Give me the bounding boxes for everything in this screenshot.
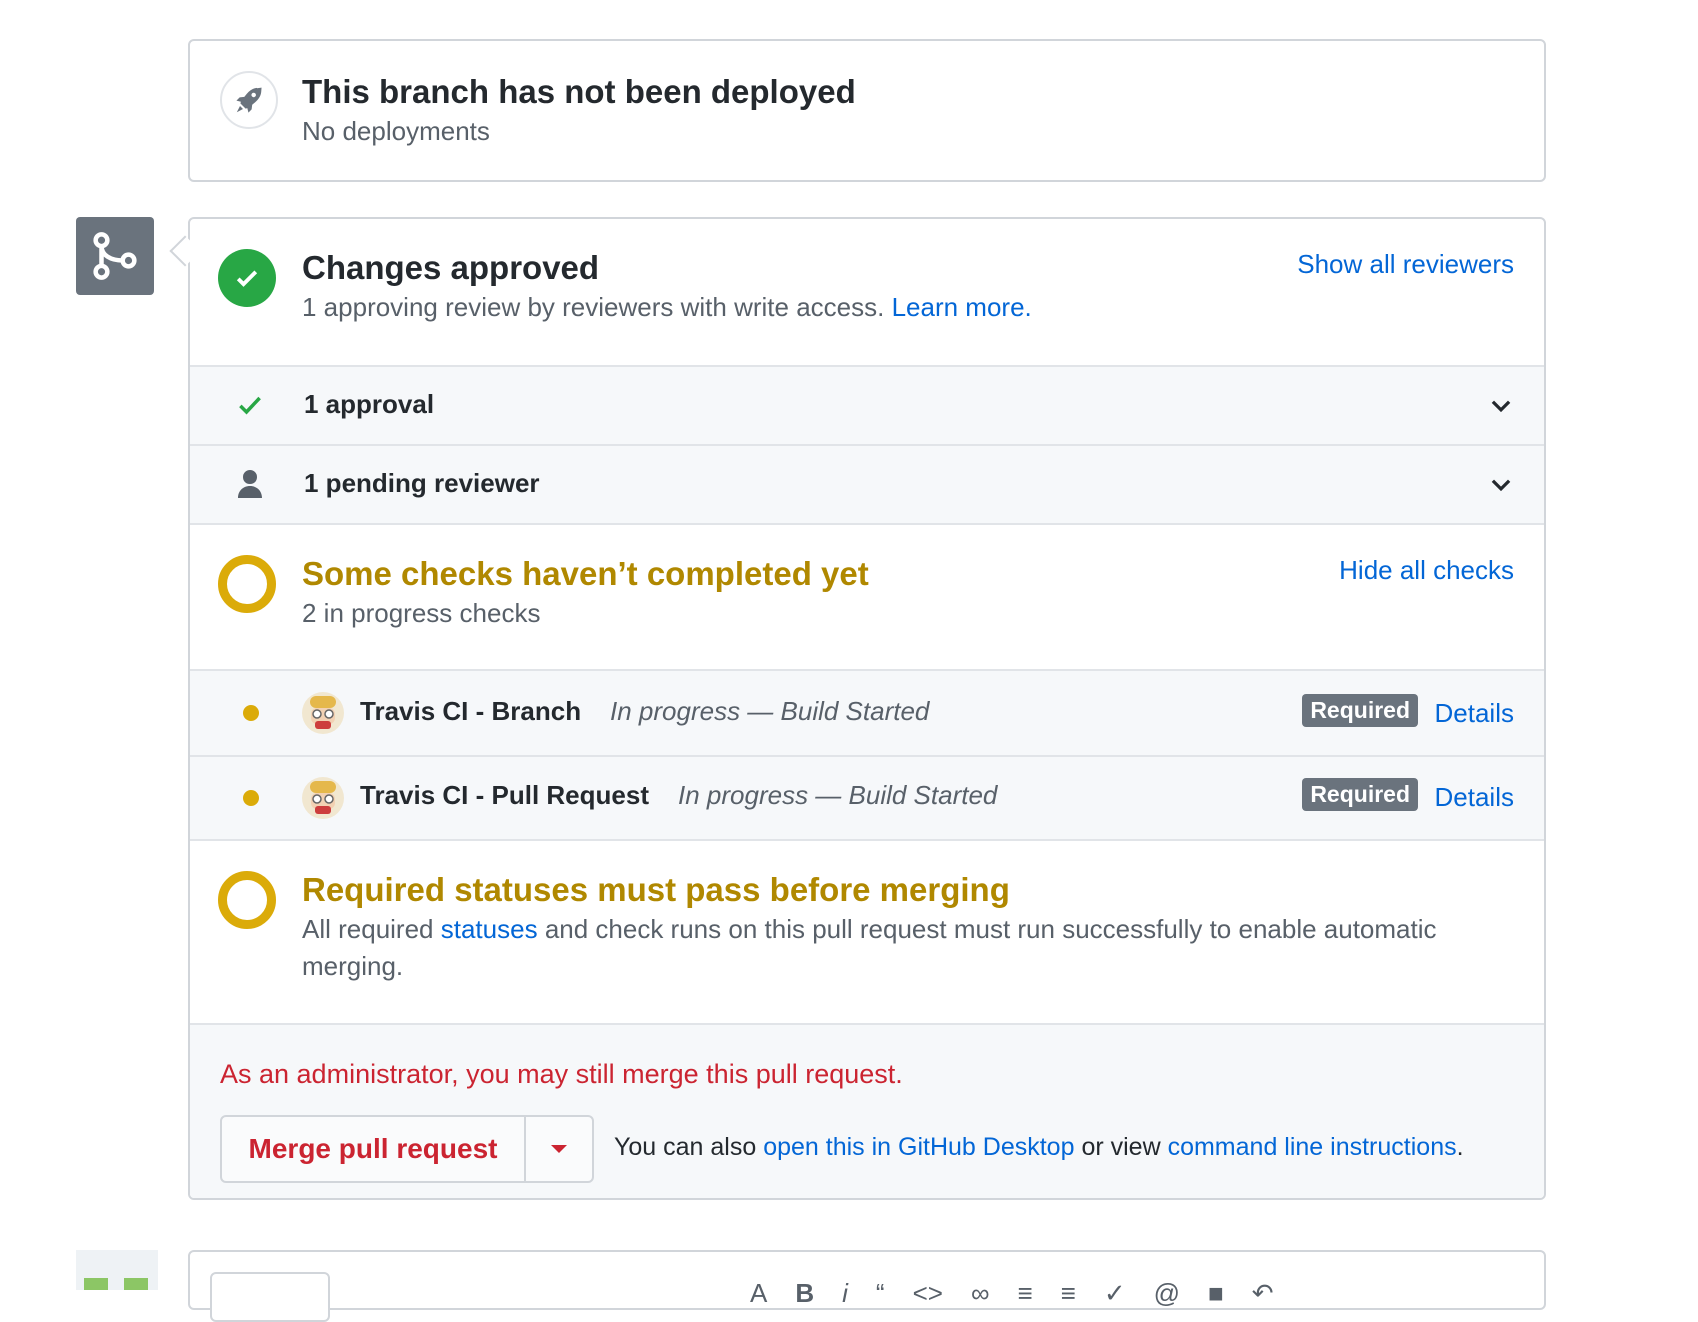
italic-icon[interactable]: i [842, 1278, 848, 1309]
chevron-down-icon[interactable] [1488, 392, 1514, 418]
statuses-link[interactable]: statuses [441, 914, 538, 944]
deployment-title: This branch has not been deployed [302, 73, 856, 110]
also-text: You can also [614, 1133, 757, 1161]
reference-icon[interactable]: ■ [1208, 1278, 1224, 1309]
command-line-instructions-link[interactable]: command line instructions [1168, 1133, 1457, 1161]
git-merge-icon [76, 217, 154, 295]
period-text: . [1456, 1133, 1464, 1161]
merge-footer: As an administrator, you may still merge… [190, 1023, 1544, 1198]
approval-label: 1 approval [304, 389, 435, 419]
chevron-down-icon[interactable] [1488, 471, 1514, 497]
check-name: Travis CI - Branch [360, 696, 582, 726]
user-avatar [76, 1250, 158, 1290]
reply-icon[interactable]: ↶ [1252, 1278, 1274, 1309]
check-name: Travis CI - Pull Request [360, 780, 649, 810]
travis-ci-avatar [302, 692, 344, 734]
alternative-merge-options: You can also open this in GitHub Desktop… [614, 1133, 1464, 1162]
merge-status-box: Changes approved 1 approving review by r… [188, 217, 1546, 1200]
pending-reviewer-label: 1 pending reviewer [304, 468, 540, 498]
merge-pull-request-button[interactable]: Merge pull request [222, 1117, 526, 1181]
check-icon [239, 396, 261, 415]
numbered-list-icon[interactable]: ≡ [1061, 1278, 1076, 1309]
deployment-subtitle: No deployments [302, 116, 490, 146]
details-link[interactable]: Details [1435, 782, 1514, 813]
bulleted-list-icon[interactable]: ≡ [1018, 1278, 1033, 1309]
task-list-icon[interactable]: ✓ [1104, 1278, 1126, 1309]
in-progress-dot-icon [243, 705, 259, 721]
link-icon[interactable]: ∞ [971, 1278, 990, 1309]
review-title: Changes approved [302, 249, 600, 286]
header-icon[interactable]: A [750, 1278, 767, 1309]
write-tab[interactable] [210, 1272, 330, 1322]
comment-form: A B i “ <> ∞ ≡ ≡ ✓ @ ■ ↶ [188, 1250, 1546, 1322]
check-circle-icon [218, 249, 276, 307]
in-progress-dot-icon [243, 790, 259, 806]
github-desktop-link[interactable]: open this in GitHub Desktop [763, 1133, 1074, 1161]
merge-button-group: Merge pull request [220, 1115, 594, 1183]
markdown-toolbar: A B i “ <> ∞ ≡ ≡ ✓ @ ■ ↶ [750, 1278, 1274, 1309]
checks-section: Some checks haven’t completed yet 2 in p… [190, 523, 1544, 669]
show-all-reviewers-link[interactable]: Show all reviewers [1297, 249, 1514, 280]
checks-subtitle: 2 in progress checks [302, 598, 541, 628]
learn-more-link[interactable]: Learn more. [892, 292, 1032, 322]
admin-merge-notice: As an administrator, you may still merge… [220, 1059, 903, 1089]
bold-icon[interactable]: B [795, 1278, 814, 1309]
check-status: In progress — Build Started [678, 780, 998, 810]
pending-status-icon [218, 555, 276, 613]
code-icon[interactable]: <> [913, 1278, 943, 1309]
details-link[interactable]: Details [1435, 698, 1514, 729]
description-text: All required [302, 914, 434, 944]
approval-row[interactable]: 1 approval [190, 365, 1544, 444]
check-item: Travis CI - Pull Request In progress — B… [190, 755, 1544, 839]
required-statuses-description: All required statuses and check runs on … [302, 911, 1514, 985]
checks-title: Some checks haven’t completed yet [302, 555, 869, 592]
travis-ci-avatar [302, 777, 344, 819]
review-section: Changes approved 1 approving review by r… [190, 219, 1544, 365]
check-item: Travis CI - Branch In progress — Build S… [190, 669, 1544, 755]
pending-reviewer-row[interactable]: 1 pending reviewer [190, 444, 1544, 523]
required-badge: Required [1302, 694, 1418, 727]
review-subtitle: 1 approving review by reviewers with wri… [302, 292, 1032, 323]
review-subtitle-text: 1 approving review by reviewers with wri… [302, 292, 885, 322]
mention-icon[interactable]: @ [1154, 1278, 1180, 1309]
required-badge: Required [1302, 778, 1418, 811]
rocket-icon [220, 71, 278, 129]
person-icon [238, 470, 262, 498]
required-statuses-section: Required statuses must pass before mergi… [190, 839, 1544, 1023]
caret-down-icon [551, 1145, 567, 1153]
or-view-text: or view [1081, 1133, 1161, 1161]
check-status: In progress — Build Started [610, 696, 930, 726]
quote-icon[interactable]: “ [876, 1278, 885, 1309]
merge-options-dropdown[interactable] [526, 1117, 592, 1181]
deployment-status-box: This branch has not been deployed No dep… [188, 39, 1546, 182]
required-statuses-title: Required statuses must pass before mergi… [302, 871, 1010, 908]
pending-status-icon [218, 871, 276, 929]
hide-all-checks-link[interactable]: Hide all checks [1339, 555, 1514, 586]
